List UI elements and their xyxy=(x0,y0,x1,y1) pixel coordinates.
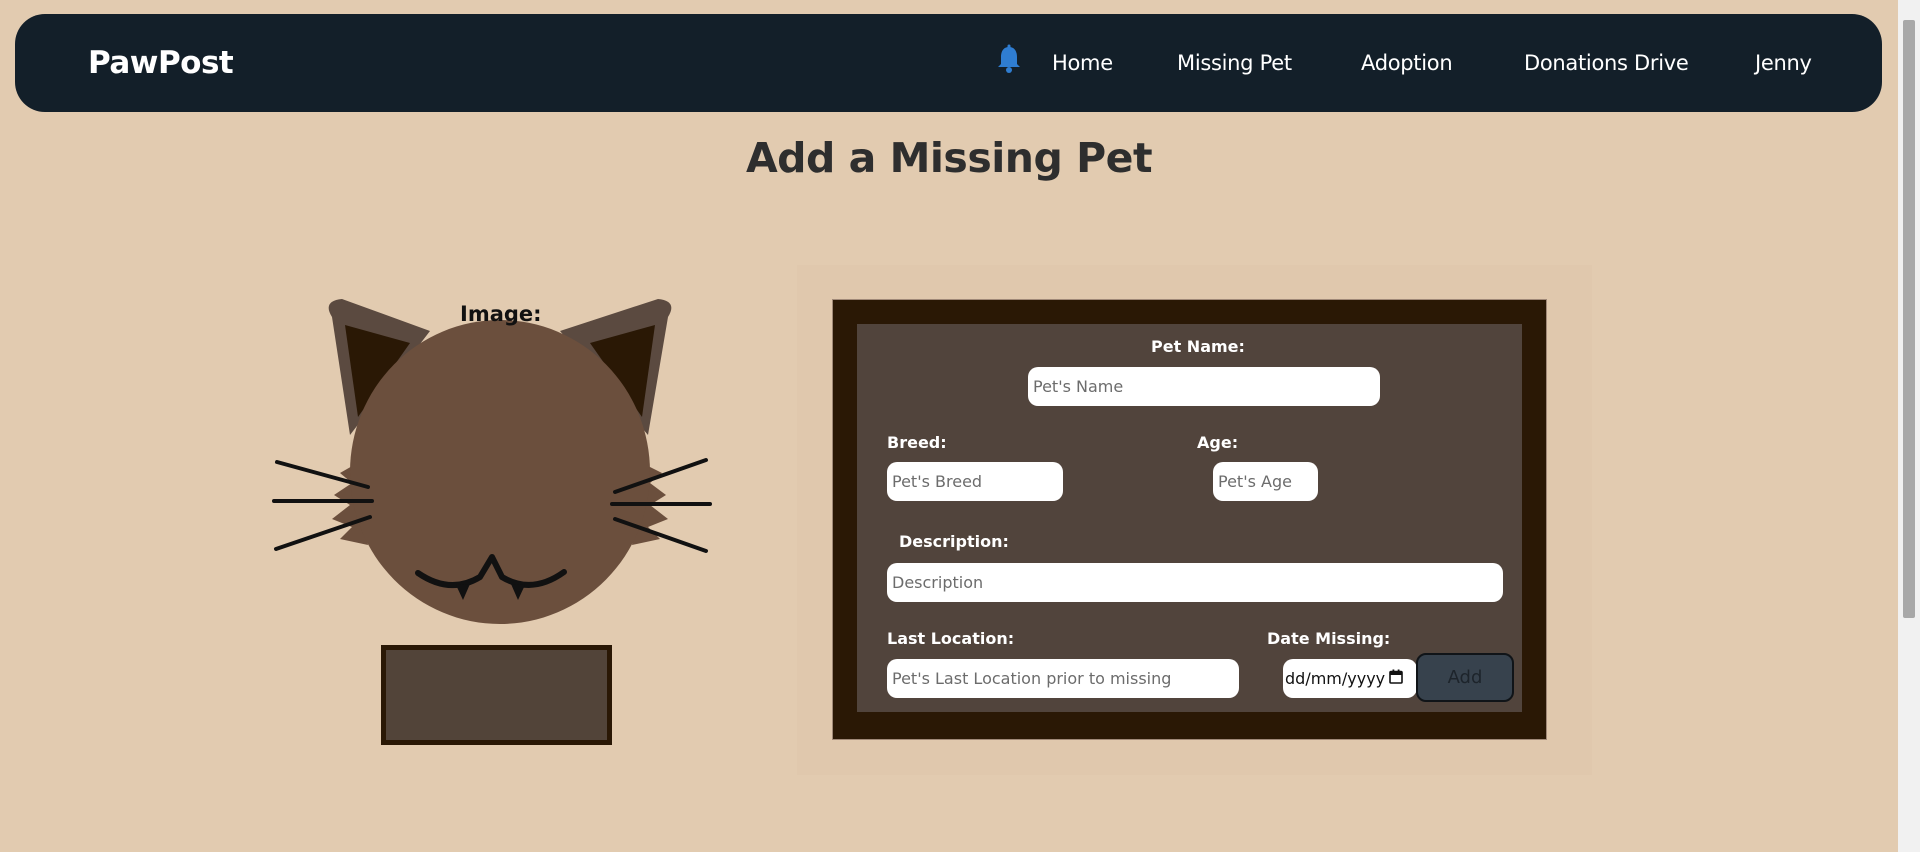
last-location-label: Last Location: xyxy=(887,629,1015,648)
add-button[interactable]: Add xyxy=(1416,653,1514,702)
pet-name-label: Pet Name: xyxy=(1151,337,1245,356)
page-title: Add a Missing Pet xyxy=(745,134,1153,182)
pet-name-input[interactable] xyxy=(1028,367,1380,406)
breed-label: Breed: xyxy=(887,433,947,452)
breed-input[interactable] xyxy=(887,462,1063,501)
navbar: PawPost Home Missing Pet Adoption Donati… xyxy=(15,14,1882,112)
age-label: Age: xyxy=(1197,433,1239,452)
nav-link-user-jenny[interactable]: Jenny xyxy=(1755,14,1812,112)
date-missing-label: Date Missing: xyxy=(1267,629,1391,648)
calendar-icon[interactable] xyxy=(1389,669,1403,688)
bell-icon[interactable] xyxy=(994,43,1024,75)
cat-illustration xyxy=(272,299,712,624)
brand-logo[interactable]: PawPost xyxy=(88,14,234,112)
date-missing-input[interactable]: dd/mm/yyyy xyxy=(1283,659,1417,698)
nav-link-missing-pet[interactable]: Missing Pet xyxy=(1177,14,1292,112)
date-missing-value: dd/mm/yyyy xyxy=(1285,669,1386,688)
image-upload-box[interactable] xyxy=(381,645,612,745)
scrollbar-thumb[interactable] xyxy=(1903,20,1915,618)
age-input[interactable] xyxy=(1213,462,1318,501)
scrollbar[interactable] xyxy=(1898,0,1920,852)
nav-link-adoption[interactable]: Adoption xyxy=(1361,14,1453,112)
nav-link-donations-drive[interactable]: Donations Drive xyxy=(1524,14,1689,112)
image-label: Image: xyxy=(460,302,542,326)
description-label: Description: xyxy=(899,532,1009,551)
nav-link-home[interactable]: Home xyxy=(1052,14,1113,112)
last-location-input[interactable] xyxy=(887,659,1239,698)
description-input[interactable] xyxy=(887,563,1503,602)
